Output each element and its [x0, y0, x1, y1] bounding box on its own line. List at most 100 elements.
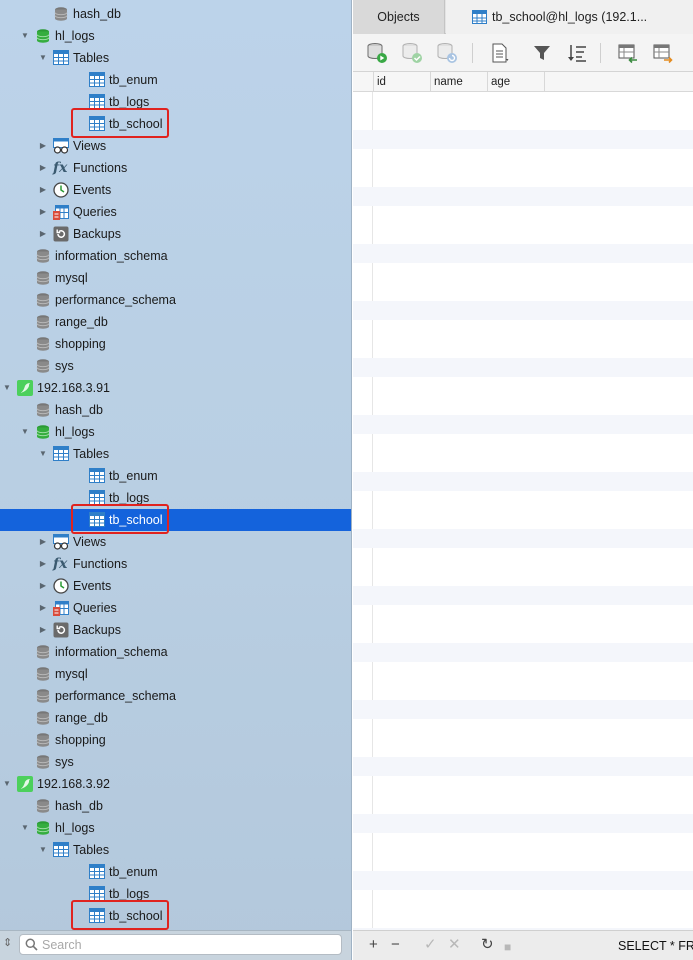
disclosure-closed-icon[interactable]: ▶ [38, 553, 48, 575]
import-icon[interactable] [617, 42, 639, 64]
column-header[interactable]: id [373, 72, 430, 92]
tree-item[interactable]: hash_db [0, 795, 351, 817]
sort-icon[interactable] [566, 42, 588, 64]
table-icon [53, 446, 69, 462]
tree-item[interactable]: range_db [0, 707, 351, 729]
tree-item[interactable]: information_schema [0, 641, 351, 663]
rollback-icon[interactable] [436, 42, 458, 64]
grid-empty-row [353, 624, 693, 643]
tree-item[interactable]: shopping [0, 729, 351, 751]
tree-item[interactable]: ▼ hl_logs [0, 817, 351, 839]
tree-item[interactable]: ▶ Events [0, 179, 351, 201]
tab-table-school[interactable]: tb_school@hl_logs (192.1... [446, 0, 693, 34]
grid-empty-row [353, 776, 693, 795]
apply-changes-button[interactable]: ✓ [424, 937, 437, 953]
tree-item[interactable]: range_db [0, 311, 351, 333]
disclosure-open-icon[interactable]: ▼ [2, 773, 12, 795]
tree-item[interactable]: performance_schema [0, 289, 351, 311]
disclosure-open-icon[interactable]: ▼ [20, 817, 30, 839]
disclosure-closed-icon[interactable]: ▶ [38, 179, 48, 201]
sql-preview: SELECT * FR [618, 939, 693, 953]
tree-item[interactable]: ▼ 192.168.3.91 [0, 377, 351, 399]
filter-icon[interactable] [531, 42, 553, 64]
refresh-button[interactable]: ↻ [481, 937, 494, 953]
tree-item-label: range_db [55, 315, 108, 329]
add-record-button[interactable]: + [369, 937, 378, 953]
disclosure-closed-icon[interactable]: ▶ [38, 201, 48, 223]
tree-item[interactable]: mysql [0, 267, 351, 289]
delete-record-button[interactable]: − [391, 937, 400, 953]
tree-item[interactable]: performance_schema [0, 685, 351, 707]
tree-item-label: Views [73, 535, 107, 549]
tree-item[interactable]: tb_school [0, 900, 351, 930]
tree-item[interactable]: tb_logs [0, 487, 351, 509]
tree-item[interactable]: ▶ Queries [0, 597, 351, 619]
search-box[interactable] [19, 934, 342, 955]
tree-item[interactable]: ▼ hl_logs [0, 421, 351, 443]
tree-item[interactable]: ▶ Queries [0, 201, 351, 223]
tree-item[interactable]: tb_school [0, 504, 351, 534]
disclosure-closed-icon[interactable]: ▶ [38, 531, 48, 553]
tree-item[interactable]: ▶ Backups [0, 223, 351, 245]
tree-item[interactable]: tb_enum [0, 465, 351, 487]
tree-item[interactable]: ▶ fx Functions [0, 553, 351, 575]
grid-empty-row [353, 301, 693, 320]
column-header[interactable]: name [430, 72, 487, 92]
tree-item[interactable]: hash_db [0, 3, 351, 25]
tree-item[interactable]: tb_enum [0, 69, 351, 91]
tree-item[interactable]: hash_db [0, 399, 351, 421]
tree-item[interactable]: ▶ Backups [0, 619, 351, 641]
disclosure-open-icon[interactable]: ▼ [38, 443, 48, 465]
disclosure-closed-icon[interactable]: ▶ [38, 157, 48, 179]
tree-item[interactable]: shopping [0, 333, 351, 355]
tree-item[interactable]: tb_logs [0, 91, 351, 113]
disclosure-closed-icon[interactable]: ▶ [38, 223, 48, 245]
tree-item[interactable]: ▶ Views [0, 135, 351, 157]
table-icon [472, 10, 487, 24]
resize-handle-icon[interactable]: ⇕ [3, 936, 12, 949]
tree-item-label: tb_enum [109, 865, 158, 879]
export-icon[interactable] [652, 42, 674, 64]
column-header[interactable]: age [487, 72, 544, 92]
tree-item[interactable]: ▶ Views [0, 531, 351, 553]
tree-item[interactable]: ▼ Tables [0, 47, 351, 69]
disclosure-open-icon[interactable]: ▼ [20, 421, 30, 443]
tree-item[interactable]: sys [0, 355, 351, 377]
disclosure-closed-icon[interactable]: ▶ [38, 575, 48, 597]
tree-item[interactable]: ▶ Events [0, 575, 351, 597]
disclosure-open-icon[interactable]: ▼ [2, 377, 12, 399]
navigation-sidebar: hash_db ▼ hl_logs ▼ Tables tb_enum tb_logs tb_s… [0, 0, 352, 960]
disclosure-closed-icon[interactable]: ▶ [38, 135, 48, 157]
commit-icon[interactable] [401, 42, 423, 64]
tree-item[interactable]: mysql [0, 663, 351, 685]
database-icon [35, 710, 51, 726]
grid-empty-row [353, 92, 693, 111]
text-view-icon[interactable] [489, 42, 511, 64]
begin-transaction-icon[interactable] [366, 42, 388, 64]
stop-button[interactable]: ■ [504, 939, 511, 955]
tree-item[interactable]: tb_enum [0, 861, 351, 883]
tree-item[interactable]: tb_school [0, 108, 351, 138]
disclosure-open-icon[interactable]: ▼ [38, 47, 48, 69]
disclosure-open-icon[interactable]: ▼ [38, 839, 48, 861]
tab-objects[interactable]: Objects [353, 0, 445, 34]
tree-item[interactable]: information_schema [0, 245, 351, 267]
tree-item[interactable]: sys [0, 751, 351, 773]
grid-empty-row [353, 130, 693, 149]
tree-item[interactable]: ▼ hl_logs [0, 25, 351, 47]
tree-item[interactable]: ▼ 192.168.3.92 [0, 773, 351, 795]
tree-item[interactable]: tb_logs [0, 883, 351, 905]
tree-item[interactable]: ▶ fx Functions [0, 157, 351, 179]
discard-changes-button[interactable]: ✕ [448, 937, 461, 953]
grid-body[interactable] [353, 92, 693, 930]
highlight-annotation [71, 504, 169, 534]
tree-item[interactable]: ▼ Tables [0, 839, 351, 861]
highlight-annotation [71, 108, 169, 138]
disclosure-closed-icon[interactable]: ▶ [38, 597, 48, 619]
disclosure-closed-icon[interactable]: ▶ [38, 619, 48, 641]
tree-item[interactable]: ▼ Tables [0, 443, 351, 465]
search-input[interactable] [42, 936, 337, 953]
database-icon [35, 248, 51, 264]
disclosure-open-icon[interactable]: ▼ [20, 25, 30, 47]
tab-bar: Objects tb_school@hl_logs (192.1... [353, 0, 693, 34]
